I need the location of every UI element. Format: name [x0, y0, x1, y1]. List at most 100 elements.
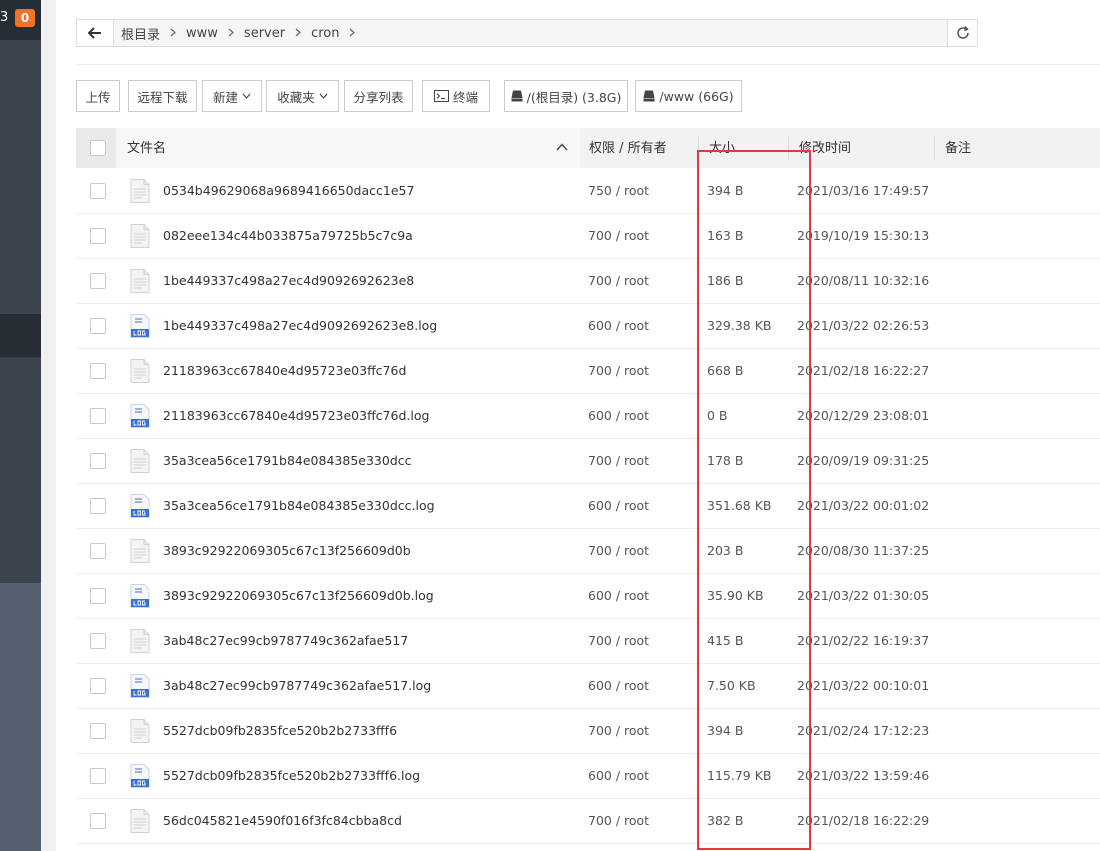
row-checkbox[interactable]: [90, 318, 106, 334]
table-row[interactable]: 0534b49629068a9689416650dacc1e57 750 / ro…: [76, 168, 1100, 214]
breadcrumb-item[interactable]: 根目录: [121, 24, 160, 43]
new-button[interactable]: 新建: [202, 80, 262, 112]
file-modified-time: 2021/03/22 00:10:01: [797, 678, 930, 693]
file-modified-time: 2021/03/22 13:59:46: [797, 768, 930, 783]
file-name[interactable]: 21183963cc67840e4d95723e03ffc76d: [163, 348, 406, 393]
file-name[interactable]: 3ab48c27ec99cb9787749c362afae517.log: [163, 663, 431, 708]
file-name[interactable]: 35a3cea56ce1791b84e084385e330dcc.log: [163, 483, 435, 528]
file-permission[interactable]: 600 / root: [588, 663, 649, 708]
disk-root-label: /(根目录) (3.8G): [526, 89, 622, 105]
file-name[interactable]: 1be449337c498a27ec4d9092692623e8: [163, 258, 414, 303]
row-checkbox[interactable]: [90, 453, 106, 469]
table-row[interactable]: 082eee134c44b033875a79725b5c7c9a 700 / ro…: [76, 213, 1100, 259]
file-permission[interactable]: 750 / root: [588, 168, 649, 213]
file-size: 394 B: [707, 183, 744, 198]
refresh-button[interactable]: [947, 19, 978, 47]
table-row[interactable]: 1be449337c498a27ec4d9092692623e8 700 / ro…: [76, 258, 1100, 304]
disk-www-button[interactable]: /www (66G): [635, 80, 742, 112]
table-row[interactable]: 3893c92922069305c67c13f256609d0b.log 600 …: [76, 573, 1100, 619]
file-icon: [130, 539, 150, 563]
row-checkbox[interactable]: [90, 588, 106, 604]
row-checkbox[interactable]: [90, 228, 106, 244]
table-row[interactable]: 3ab48c27ec99cb9787749c362afae517 700 / ro…: [76, 618, 1100, 664]
table-row[interactable]: 21183963cc67840e4d95723e03ffc76d 700 / ro…: [76, 348, 1100, 394]
file-size: 7.50 KB: [707, 678, 756, 693]
sidebar: 3 0: [0, 0, 41, 851]
row-checkbox[interactable]: [90, 723, 106, 739]
file-name[interactable]: 0534b49629068a9689416650dacc1e57: [163, 168, 414, 213]
row-checkbox[interactable]: [90, 813, 106, 829]
chevron-up-icon[interactable]: [556, 143, 568, 151]
table-row[interactable]: 35a3cea56ce1791b84e084385e330dcc.log 600 …: [76, 483, 1100, 529]
file-name[interactable]: 3893c92922069305c67c13f256609d0b: [163, 528, 411, 573]
row-checkbox[interactable]: [90, 498, 106, 514]
file-permission[interactable]: 700 / root: [588, 528, 649, 573]
row-checkbox[interactable]: [90, 768, 106, 784]
file-name[interactable]: 35a3cea56ce1791b84e084385e330dcc: [163, 438, 412, 483]
row-checkbox[interactable]: [90, 543, 106, 559]
back-button[interactable]: [77, 20, 114, 46]
file-permission[interactable]: 700 / root: [588, 438, 649, 483]
log-file-icon: [130, 764, 150, 788]
file-name[interactable]: 21183963cc67840e4d95723e03ffc76d.log: [163, 393, 429, 438]
column-header-permission[interactable]: 权限 / 所有者: [589, 128, 667, 168]
table-row[interactable]: 5527dcb09fb2835fce520b2b2733fff6.log 600 …: [76, 753, 1100, 799]
row-checkbox[interactable]: [90, 363, 106, 379]
row-checkbox[interactable]: [90, 408, 106, 424]
table-row[interactable]: 56dc045821e4590f016f3fc84cbba8cd 700 / ro…: [76, 798, 1100, 844]
file-permission[interactable]: 600 / root: [588, 393, 649, 438]
file-permission[interactable]: 700 / root: [588, 708, 649, 753]
file-permission[interactable]: 600 / root: [588, 753, 649, 798]
table-row[interactable]: 35a3cea56ce1791b84e084385e330dcc 700 / ro…: [76, 438, 1100, 484]
row-checkbox[interactable]: [90, 678, 106, 694]
file-name[interactable]: 5527dcb09fb2835fce520b2b2733fff6.log: [163, 753, 420, 798]
path-bar[interactable]: 根目录 www server cron: [76, 19, 976, 47]
file-size: 0 B: [707, 408, 728, 423]
column-header-note[interactable]: 备注: [945, 128, 971, 168]
upload-button[interactable]: 上传: [76, 80, 120, 112]
favorites-button[interactable]: 收藏夹: [266, 80, 339, 112]
file-icon: [130, 179, 150, 203]
table-row[interactable]: 5527dcb09fb2835fce520b2b2733fff6 700 / ro…: [76, 708, 1100, 754]
file-permission[interactable]: 600 / root: [588, 573, 649, 618]
remote-download-button[interactable]: 远程下载: [128, 80, 197, 112]
share-list-button[interactable]: 分享列表: [344, 80, 413, 112]
file-name[interactable]: 3893c92922069305c67c13f256609d0b.log: [163, 573, 434, 618]
chevron-right-icon: [295, 26, 301, 40]
file-name[interactable]: 56dc045821e4590f016f3fc84cbba8cd: [163, 798, 402, 843]
file-permission[interactable]: 700 / root: [588, 798, 649, 843]
table-row[interactable]: 21183963cc67840e4d95723e03ffc76d.log 600 …: [76, 393, 1100, 439]
disk-root-button[interactable]: /(根目录) (3.8G): [504, 80, 628, 112]
file-name[interactable]: 1be449337c498a27ec4d9092692623e8.log: [163, 303, 437, 348]
table-row[interactable]: 3ab48c27ec99cb9787749c362afae517.log 600 …: [76, 663, 1100, 709]
terminal-button[interactable]: 终端: [422, 80, 490, 112]
breadcrumb-item[interactable]: server: [244, 26, 285, 41]
terminal-label: 终端: [452, 89, 478, 105]
breadcrumb-item[interactable]: www: [186, 26, 218, 41]
column-header-name[interactable]: 文件名: [127, 128, 166, 168]
file-permission[interactable]: 700 / root: [588, 348, 649, 393]
notification-badge[interactable]: 0: [15, 9, 35, 27]
file-name[interactable]: 3ab48c27ec99cb9787749c362afae517: [163, 618, 408, 663]
file-name[interactable]: 5527dcb09fb2835fce520b2b2733fff6: [163, 708, 397, 753]
column-header-modified-time[interactable]: 修改时间: [799, 128, 851, 168]
file-permission[interactable]: 700 / root: [588, 258, 649, 303]
file-permission[interactable]: 700 / root: [588, 213, 649, 258]
sidebar-item-active[interactable]: [0, 314, 41, 357]
column-header-size[interactable]: 大小: [709, 128, 735, 168]
chevron-right-icon: [228, 26, 234, 40]
row-checkbox[interactable]: [90, 183, 106, 199]
file-permission[interactable]: 700 / root: [588, 618, 649, 663]
log-file-icon: [130, 404, 150, 428]
sidebar-header: 3 0: [0, 0, 41, 40]
file-name[interactable]: 082eee134c44b033875a79725b5c7c9a: [163, 213, 413, 258]
log-file-icon: [130, 314, 150, 338]
table-row[interactable]: 3893c92922069305c67c13f256609d0b 700 / ro…: [76, 528, 1100, 574]
file-permission[interactable]: 600 / root: [588, 303, 649, 348]
file-permission[interactable]: 600 / root: [588, 483, 649, 528]
select-all-checkbox-box[interactable]: [90, 140, 106, 156]
table-row[interactable]: 1be449337c498a27ec4d9092692623e8.log 600 …: [76, 303, 1100, 349]
breadcrumb-item[interactable]: cron: [311, 26, 339, 41]
row-checkbox[interactable]: [90, 633, 106, 649]
row-checkbox[interactable]: [90, 273, 106, 289]
